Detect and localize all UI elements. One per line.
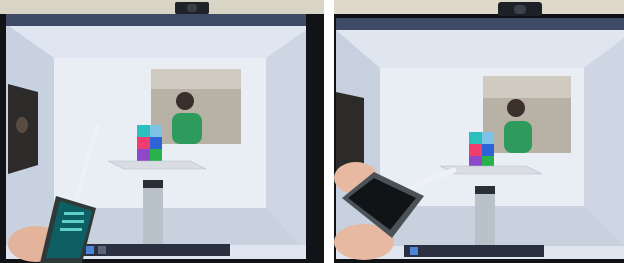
pillar	[143, 180, 163, 250]
vr-header-bar	[336, 18, 624, 30]
person-shirt	[504, 121, 532, 153]
person-head	[507, 99, 525, 117]
wall-strip	[0, 0, 324, 14]
webcam-lens	[187, 4, 197, 12]
person-shirt	[172, 113, 202, 144]
color-cube	[469, 132, 494, 168]
left-photo	[0, 0, 324, 263]
color-cube	[137, 125, 162, 161]
person-head	[176, 92, 194, 110]
wall-strip	[334, 0, 624, 14]
right-photo	[334, 0, 624, 263]
vr-header-bar	[6, 14, 306, 26]
pillar	[475, 186, 495, 252]
shelf	[107, 160, 207, 170]
taskbar	[404, 245, 544, 257]
room-right-wall	[266, 30, 306, 245]
